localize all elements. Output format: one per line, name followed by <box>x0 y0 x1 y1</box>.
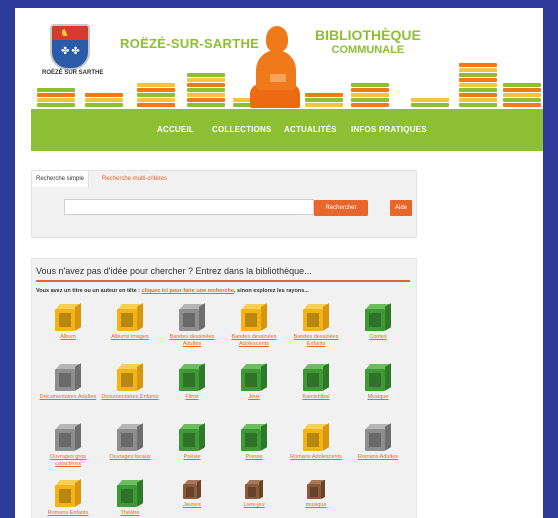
browse-intro: Vous avez un titre ou un auteur en tête … <box>36 288 309 294</box>
bookshelf-icon[interactable] <box>365 303 391 331</box>
browse-divider <box>36 280 410 282</box>
bookshelf-icon[interactable] <box>55 479 81 507</box>
bookshelf-icon[interactable] <box>183 479 202 500</box>
bookshelf-icon[interactable] <box>55 423 81 451</box>
browse-intro-prefix: Vous avez un titre ou un auteur en tête … <box>36 288 142 294</box>
shelf-label[interactable]: Poésie <box>162 454 222 461</box>
shelf-label[interactable]: Documentaires Enfants <box>100 394 160 401</box>
shelf-label[interactable]: Contes <box>348 334 408 341</box>
shelf-label[interactable]: Théâtre <box>100 510 160 517</box>
shelf-item[interactable]: Contes <box>348 303 408 341</box>
shelf-item[interactable]: Théâtre <box>100 479 160 517</box>
shelf-label[interactable]: Bandes dessinées Adolescents <box>224 334 284 347</box>
shelf-label[interactable]: Jeux <box>224 394 284 401</box>
shelf-label[interactable]: Romans Adultes <box>348 454 408 461</box>
shelf-label[interactable]: Ouvrages locaux <box>100 454 160 461</box>
shelf-label[interactable]: Albums images <box>100 334 160 341</box>
browse-panel: Vous n'avez pas d'idée pour chercher ? E… <box>31 258 417 518</box>
bookshelf-icon[interactable] <box>117 363 143 391</box>
library-title-main: BIBLIOTHÈQUE <box>315 27 421 43</box>
shelf-item[interactable]: musique <box>286 479 346 509</box>
shelf-item[interactable]: Romans Adultes <box>348 423 408 461</box>
tab-multi-criteria-search[interactable]: Recherche multi-critères <box>98 171 171 187</box>
shelf-label[interactable]: Films <box>162 394 222 401</box>
nav-actualites[interactable]: ACTUALITÉS <box>284 125 337 134</box>
shelf-item[interactable]: Jeunes <box>162 479 222 509</box>
bookshelf-icon[interactable] <box>303 363 329 391</box>
bookshelf-icon[interactable] <box>55 363 81 391</box>
shelf-item[interactable]: Jeux <box>224 363 284 401</box>
shelf-item[interactable]: Musique <box>348 363 408 401</box>
shelf-item[interactable]: Album <box>38 303 98 341</box>
shelf-label[interactable]: Romans Enfants <box>38 510 98 517</box>
shelf-item[interactable]: Kamishibaï <box>286 363 346 401</box>
bookshelf-icon[interactable] <box>117 479 143 507</box>
shelf-label[interactable]: Romans Adolescents <box>286 454 346 461</box>
shelf-label[interactable]: Ouvrages gros caractères <box>38 454 98 467</box>
shelf-label[interactable]: Jeunes <box>162 502 222 509</box>
nav-collections[interactable]: COLLECTIONS <box>212 125 272 134</box>
shelf-item[interactable]: Bandes dessinées Adultes <box>162 303 222 347</box>
site-header: ♞ ✤✤ ROËZÉ SUR SARTHE ROËZÉ-SUR-SARTHE B… <box>15 8 543 151</box>
shelf-label[interactable]: Documentaires Adultes <box>38 394 98 401</box>
bookshelf-icon[interactable] <box>179 303 205 331</box>
page: ♞ ✤✤ ROËZÉ SUR SARTHE ROËZÉ-SUR-SARTHE B… <box>15 8 543 518</box>
shelf-label[interactable]: Bandes dessinées Adultes <box>162 334 222 347</box>
shelf-label[interactable]: Album <box>38 334 98 341</box>
search-link[interactable]: cliquez ici pour faire une recherche <box>142 288 234 294</box>
shelf-item[interactable]: Bandes dessinées Enfants <box>286 303 346 347</box>
bookshelf-icon[interactable] <box>245 479 264 500</box>
bookshelf-icon[interactable] <box>55 303 81 331</box>
shelf-item[interactable]: Romans Enfants <box>38 479 98 517</box>
shelf-item[interactable]: Livre-jeu <box>224 479 284 509</box>
shelf-label[interactable]: Kamishibaï <box>286 394 346 401</box>
help-button[interactable]: Aide <box>390 200 412 216</box>
shelf-item[interactable]: Bandes dessinées Adolescents <box>224 303 284 347</box>
search-panel: Recherche simple Recherche multi-critère… <box>31 170 417 238</box>
shelf-label[interactable]: Musique <box>348 394 408 401</box>
search-button[interactable]: Rechercher <box>314 200 368 216</box>
shelf-item[interactable]: Documentaires Adultes <box>38 363 98 401</box>
bookshelf-icon[interactable] <box>179 423 205 451</box>
bookshelf-icon[interactable] <box>365 423 391 451</box>
shelf-label[interactable]: Livre-jeu <box>224 502 284 509</box>
bookshelf-icon[interactable] <box>179 363 205 391</box>
bookshelf-icon[interactable] <box>117 303 143 331</box>
tab-simple-search[interactable]: Recherche simple <box>32 171 90 187</box>
nav-accueil[interactable]: ACCUEIL <box>157 125 194 134</box>
search-input[interactable] <box>64 199 314 215</box>
bookshelf-icon[interactable] <box>365 363 391 391</box>
bookshelf-icon[interactable] <box>241 423 267 451</box>
shelf-item[interactable]: Ouvrages gros caractères <box>38 423 98 467</box>
shelf-label[interactable]: Bandes dessinées Enfants <box>286 334 346 347</box>
nav-infos-pratiques[interactable]: INFOS PRATIQUES <box>351 125 427 134</box>
reading-girl-illustration <box>248 26 300 108</box>
bookshelf-icon[interactable] <box>307 479 326 500</box>
shelf-item[interactable]: Films <box>162 363 222 401</box>
shelf-label[interactable]: musique <box>286 502 346 509</box>
shelf-label[interactable]: Presse <box>224 454 284 461</box>
bookshelf-icon[interactable] <box>117 423 143 451</box>
bookshelf-icon[interactable] <box>303 303 329 331</box>
shelf-item[interactable]: Ouvrages locaux <box>100 423 160 461</box>
shelf-item[interactable]: Poésie <box>162 423 222 461</box>
bookshelf-icon[interactable] <box>303 423 329 451</box>
shelf-item[interactable]: Albums images <box>100 303 160 341</box>
bookshelf-icon[interactable] <box>241 303 267 331</box>
shelf-item[interactable]: Romans Adolescents <box>286 423 346 461</box>
shelf-item[interactable]: Presse <box>224 423 284 461</box>
browse-intro-suffix: , sinon explorez les rayons... <box>233 288 309 294</box>
main-navigation: ACCUEIL COLLECTIONS ACTUALITÉS INFOS PRA… <box>31 109 543 151</box>
shelf-item[interactable]: Documentaires Enfants <box>100 363 160 401</box>
browse-title: Vous n'avez pas d'idée pour chercher ? E… <box>36 266 312 276</box>
bookshelf-icon[interactable] <box>241 363 267 391</box>
